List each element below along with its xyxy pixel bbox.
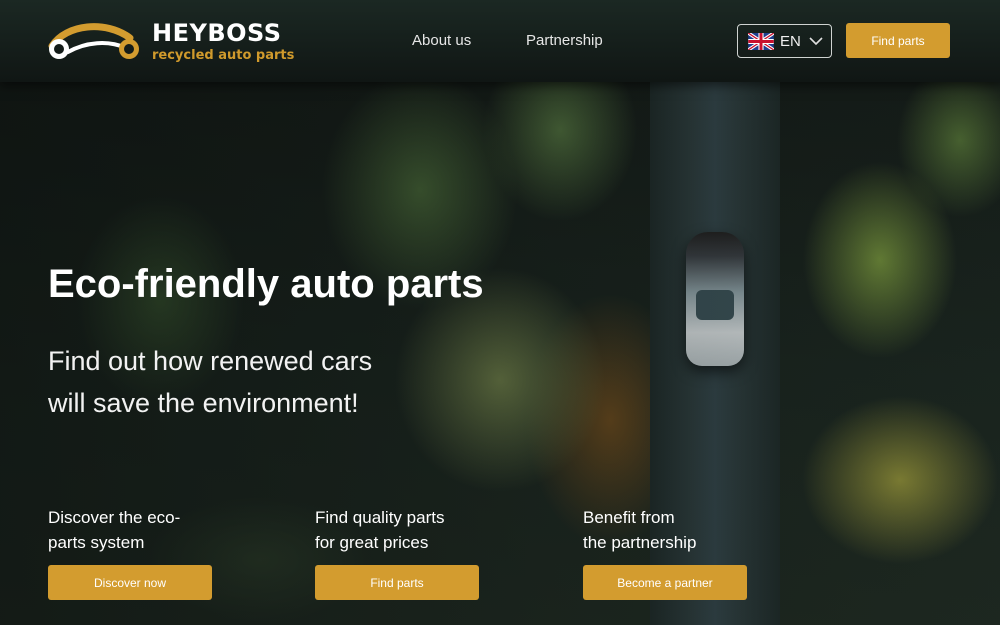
card-discover-text: Discover the eco- parts system <box>48 505 248 555</box>
hero-title: Eco-friendly auto parts <box>48 262 484 306</box>
card-find-text: Find quality parts for great prices <box>315 505 515 555</box>
chevron-down-icon <box>809 37 823 46</box>
card-find-line1: Find quality parts <box>315 508 445 527</box>
become-partner-button[interactable]: Become a partner <box>583 565 747 600</box>
hero-subtitle: Find out how renewed cars will save the … <box>48 340 468 424</box>
card-discover-line2: parts system <box>48 533 145 552</box>
find-parts-header-button[interactable]: Find parts <box>846 23 950 58</box>
card-partner-text: Benefit from the partnership <box>583 505 783 555</box>
site-header: HEYBOSS recycled auto parts About us Par… <box>0 0 1000 82</box>
brand-subtitle: recycled auto parts <box>152 47 295 63</box>
find-parts-button[interactable]: Find parts <box>315 565 479 600</box>
card-partner-line2: the partnership <box>583 533 697 552</box>
language-selector[interactable]: EN <box>737 24 832 58</box>
uk-flag-icon <box>748 32 774 50</box>
discover-now-button[interactable]: Discover now <box>48 565 212 600</box>
card-find-line2: for great prices <box>315 533 429 552</box>
brand-title: HEYBOSS <box>152 18 282 47</box>
car-logo-icon <box>48 23 139 59</box>
card-discover-line1: Discover the eco- <box>48 508 181 527</box>
hero-subtitle-line2: will save the environment! <box>48 388 359 418</box>
card-partner-line1: Benefit from <box>583 508 675 527</box>
nav-about-us[interactable]: About us <box>412 32 471 49</box>
language-label: EN <box>780 32 801 50</box>
hero-subtitle-line1: Find out how renewed cars <box>48 346 373 376</box>
brand-logo[interactable]: HEYBOSS recycled auto parts <box>46 18 294 64</box>
nav-partnership[interactable]: Partnership <box>526 32 603 49</box>
